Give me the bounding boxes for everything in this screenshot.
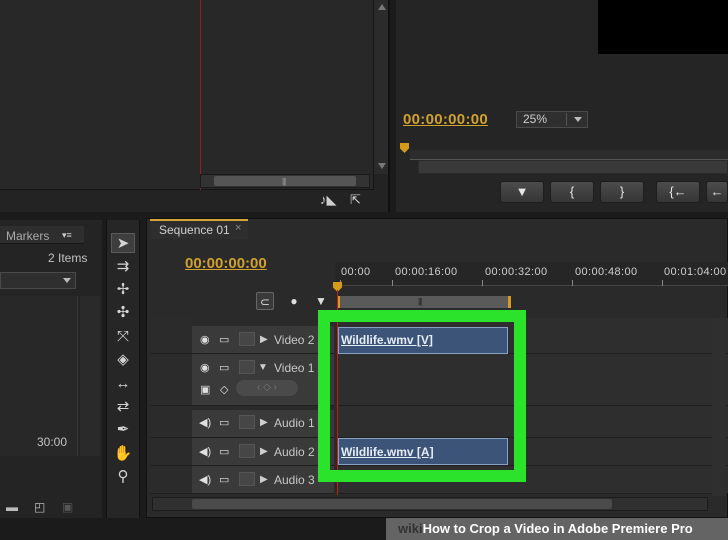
rolling-edit-tool-icon[interactable]: ✣ [111, 303, 135, 323]
ruler-label: 00:00:16:00 [395, 266, 458, 278]
track-left-gutter [150, 406, 192, 438]
track-name-audio2: Audio 2 [274, 445, 315, 459]
track-lock-box[interactable] [239, 472, 255, 486]
eye-icon[interactable]: ◉ [200, 361, 210, 374]
zoom-tool-icon[interactable]: ⚲ [111, 467, 135, 487]
caption-banner: wikiHow to Crop a Video in Adobe Premier… [386, 518, 728, 540]
timeline-scroll-thumb[interactable] [192, 499, 612, 509]
ruler-label: 00:01:04:00 [664, 266, 727, 278]
timeline-timecode[interactable]: 00:00:00:00 [185, 255, 267, 272]
delete-icon[interactable]: ▣ [62, 500, 73, 514]
snap-icon[interactable]: ⊂ [256, 292, 274, 310]
track-left-gutter [150, 466, 192, 494]
step-back-button[interactable]: ← [706, 181, 728, 203]
program-timecode[interactable]: 00:00:00:00 [403, 111, 488, 128]
scroll-up-arrow-icon[interactable] [378, 4, 386, 10]
ruler-label: 00:00:48:00 [575, 266, 638, 278]
chevron-down-icon[interactable] [63, 278, 71, 283]
tab-sequence-01[interactable]: Sequence 01 [150, 219, 248, 239]
mark-in-button[interactable]: { [550, 181, 594, 203]
speaker-icon[interactable]: ◀) [199, 445, 211, 458]
panel-menu-icon[interactable]: ▾≡ [62, 230, 72, 241]
eye-icon[interactable]: ◉ [200, 333, 210, 346]
caption-wiki: wiki [398, 521, 423, 536]
slip-tool-icon[interactable]: ↔ [111, 374, 135, 394]
display-style-icon[interactable]: ▣ [200, 383, 210, 396]
project-item-list[interactable] [0, 296, 78, 456]
ruler-tick [572, 280, 573, 286]
speaker-icon[interactable]: ◀) [199, 416, 211, 429]
slide-tool-icon[interactable]: ⇄ [111, 397, 135, 417]
work-area-bar[interactable] [337, 296, 511, 308]
film-icon[interactable]: ▭ [219, 361, 229, 374]
film-icon[interactable]: ▭ [219, 333, 229, 346]
keyframe-nav-control[interactable]: ‹ ◇ › [236, 380, 298, 396]
source-vertical-scrollbar[interactable] [374, 0, 388, 174]
audio-sync-icon[interactable]: ♪◣ [320, 192, 337, 208]
project-scrollbar[interactable] [80, 296, 100, 456]
ruler-label: 00:00:32:00 [485, 266, 548, 278]
zoom-select-divider [566, 113, 567, 126]
collapse-triangle-icon[interactable]: ▼ [258, 362, 268, 373]
track-name-audio1: Audio 1 [274, 416, 315, 430]
program-video-frame [598, 0, 728, 54]
scroll-down-arrow-icon[interactable] [378, 163, 386, 169]
tab-markers[interactable]: Markers [6, 229, 49, 243]
program-zoom-bar[interactable] [418, 160, 728, 174]
timeline-vertical-scrollbar[interactable] [712, 318, 726, 496]
new-bin-icon[interactable]: ▬ [6, 500, 18, 514]
track-name-video2: Video 2 [274, 333, 315, 347]
selection-tool-icon[interactable]: ➤ [111, 233, 135, 253]
mark-out-button[interactable]: } [600, 181, 644, 203]
work-area-grip-icon: ||| [418, 297, 422, 306]
export-frame-icon[interactable]: ⇱ [350, 192, 361, 208]
ruler-tick [482, 280, 483, 286]
expand-triangle-icon[interactable]: ▶ [260, 417, 268, 428]
razor-tool-icon[interactable]: ◈ [111, 350, 135, 370]
pen-tool-icon[interactable]: ✒ [111, 420, 135, 440]
track-name-video1: Video 1 [274, 361, 315, 375]
caption-text: How to Crop a Video in Adobe Premiere Pr… [422, 521, 693, 536]
marker-icon[interactable]: ▼ [312, 292, 330, 310]
film-icon[interactable]: ▭ [219, 416, 229, 429]
scroll-grip-icon: ||| [282, 177, 286, 186]
track-name-audio3: Audio 3 [274, 473, 315, 487]
ruler-label: 00:00 [341, 266, 371, 278]
ruler-tick [392, 280, 393, 286]
expand-triangle-icon[interactable]: ▶ [260, 334, 268, 345]
track-lock-box[interactable] [239, 360, 255, 374]
chevron-down-icon[interactable] [574, 117, 582, 122]
expand-triangle-icon[interactable]: ▶ [260, 474, 268, 485]
add-marker-icon[interactable]: ● [285, 292, 303, 310]
rate-stretch-tool-icon[interactable]: ⤧ [111, 327, 135, 347]
program-time-ruler[interactable] [410, 150, 728, 160]
new-item-icon[interactable]: ◰ [34, 500, 45, 514]
add-marker-button[interactable]: ▼ [500, 181, 544, 203]
hand-tool-icon[interactable]: ✋ [111, 444, 135, 464]
go-to-in-button[interactable]: {← [656, 181, 700, 203]
source-monitor-viewer [0, 0, 374, 190]
track-lock-box[interactable] [239, 415, 255, 429]
expand-triangle-icon[interactable]: ▶ [260, 446, 268, 457]
track-select-tool-icon[interactable]: ⇉ [111, 257, 135, 277]
ruler-tick [662, 280, 663, 286]
close-icon[interactable]: × [235, 222, 241, 234]
track-left-gutter [150, 318, 192, 354]
speaker-icon[interactable]: ◀) [199, 473, 211, 486]
film-icon[interactable]: ▭ [219, 473, 229, 486]
track-lock-box[interactable] [239, 444, 255, 458]
film-icon[interactable]: ▭ [219, 445, 229, 458]
keyframe-icon[interactable]: ◇ [220, 383, 228, 396]
items-count: 2 Items [48, 251, 88, 265]
source-playhead-line [200, 0, 201, 190]
track-left-gutter [150, 438, 192, 466]
clip-duration: 30:00 [37, 435, 68, 449]
highlight-box [318, 310, 526, 482]
track-left-gutter [150, 354, 192, 406]
track-lock-box[interactable] [239, 332, 255, 346]
ripple-edit-tool-icon[interactable]: ✢ [111, 280, 135, 300]
